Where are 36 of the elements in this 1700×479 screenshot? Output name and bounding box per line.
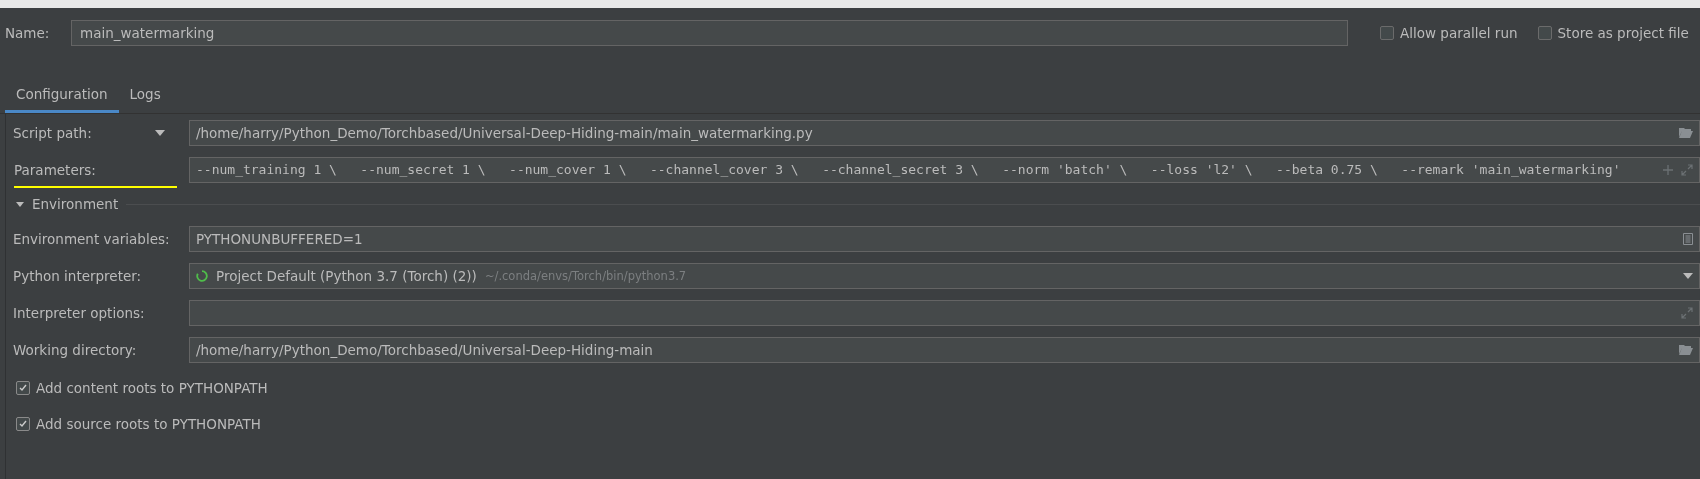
checkbox-label: Store as project file — [1557, 25, 1689, 41]
input-field[interactable]: /home/harry/Python_Demo/Torchbased/Universal-Deep-Hiding-main — [189, 336, 1700, 363]
parameters-field[interactable]: --num_training 1 \ --num_secret 1 \ --num_cover 1 \ --channel_cover 3 \ --channel_secret 3 \ --norm 'batch' \ --loss 'l2' \ --beta 0.75 \ --remark 'main_watermarking' — [189, 156, 1700, 183]
field-label: Environment variables: — [13, 230, 170, 247]
section-title: Environment — [32, 196, 119, 212]
name-label: Name: — [5, 25, 51, 41]
script-path-label: Script path: — [13, 124, 92, 141]
checkbox[interactable] — [16, 417, 30, 431]
checkbox-label: Allow parallel run — [1400, 25, 1518, 41]
dropdown-icon[interactable] — [155, 129, 165, 136]
checkbox[interactable] — [1380, 26, 1394, 40]
checkbox-label: Add source roots to PYTHONPATH — [36, 416, 261, 432]
loading-icon — [196, 269, 208, 282]
folder-icon[interactable] — [1679, 344, 1693, 355]
script-path-field[interactable]: /home/harry/Python_Demo/Torchbased/Universal-Deep-Hiding-main/main_watermarking.py — [189, 119, 1700, 146]
checkbox-label: Add content roots to PYTHONPATH — [36, 380, 268, 396]
input-field[interactable] — [189, 299, 1700, 326]
plus-icon[interactable] — [1663, 164, 1673, 175]
checkbox[interactable] — [16, 381, 30, 395]
checkmark-icon — [18, 383, 28, 393]
collapse-arrow-icon[interactable] — [16, 201, 24, 207]
name-field[interactable]: main_watermarking — [71, 20, 1348, 46]
expand-icon[interactable] — [1681, 163, 1693, 176]
tab[interactable]: Configuration — [5, 80, 119, 113]
checkbox[interactable] — [1537, 26, 1552, 40]
folder-icon[interactable] — [1679, 127, 1693, 138]
parameters-label: Parameters: — [14, 161, 96, 178]
field-label: Interpreter options: — [13, 304, 145, 321]
field-label: Python interpreter: — [13, 267, 142, 284]
field-label: Working directory: — [13, 341, 137, 358]
expand-icon[interactable] — [1681, 306, 1693, 319]
checkmark-icon — [18, 419, 28, 429]
dropdown-icon[interactable] — [1683, 272, 1693, 279]
document-icon[interactable] — [1683, 232, 1693, 245]
input-field[interactable]: PYTHONUNBUFFERED=1 — [189, 225, 1700, 252]
tab[interactable]: Logs — [118, 80, 172, 113]
